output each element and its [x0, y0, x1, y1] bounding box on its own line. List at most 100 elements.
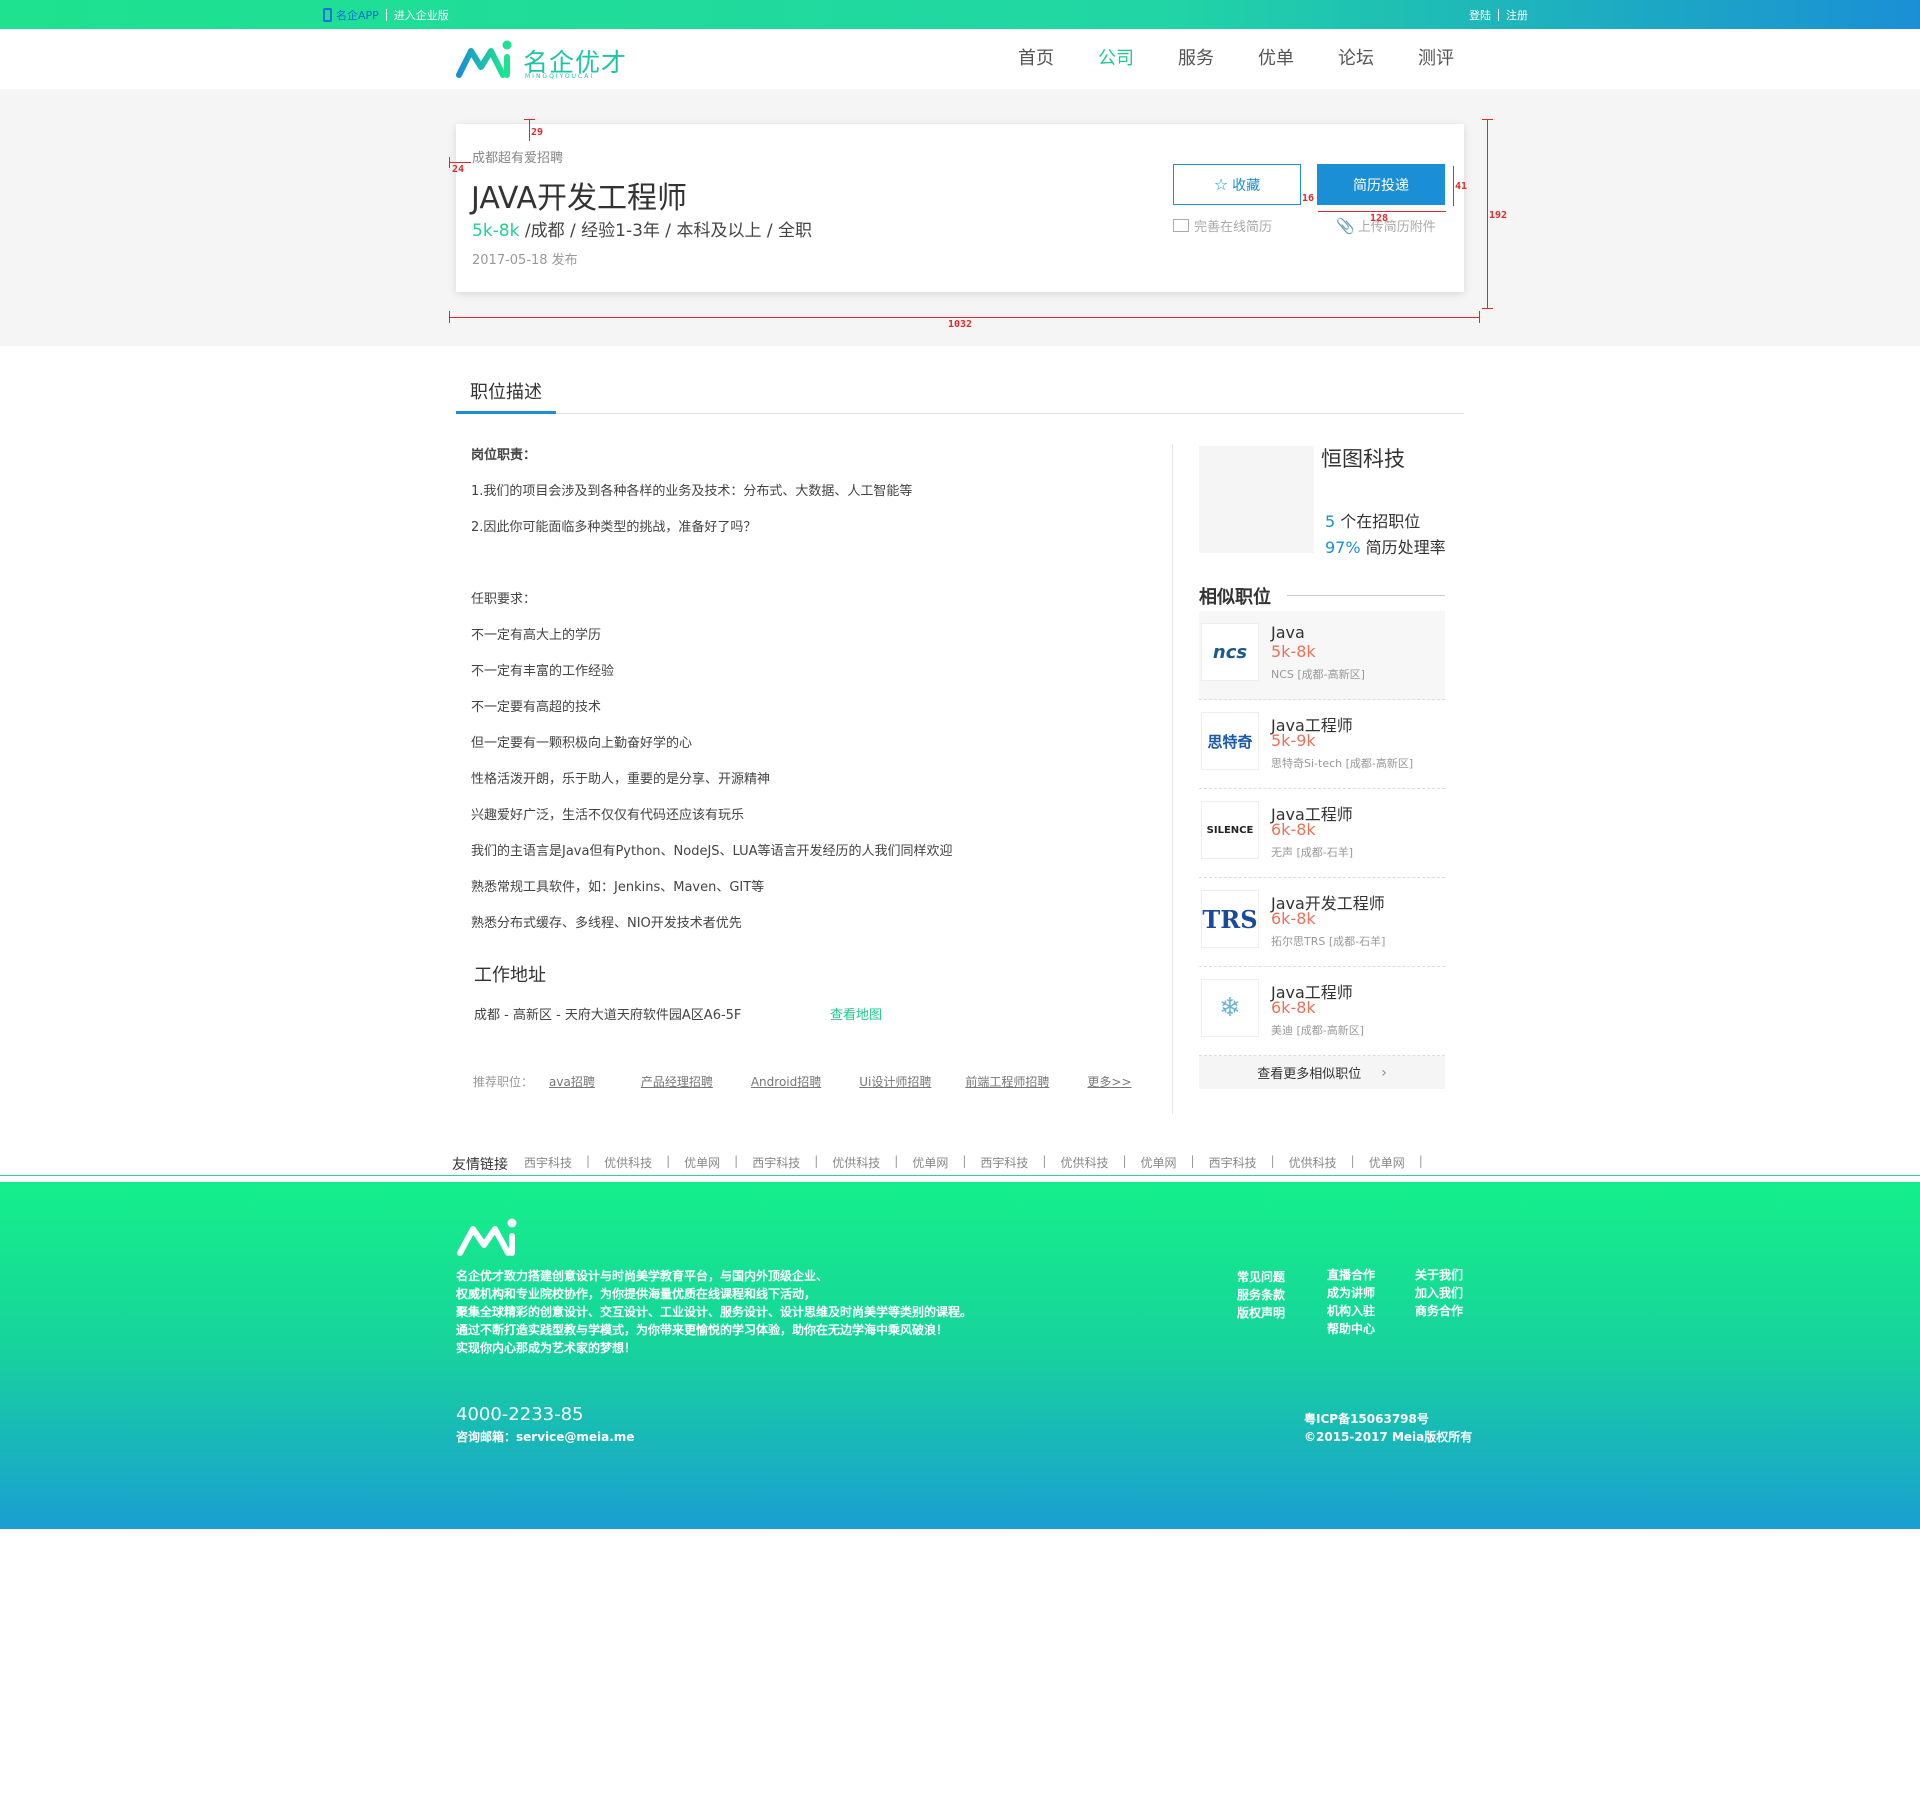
- footer-link[interactable]: 成为讲师: [1327, 1284, 1375, 1302]
- address-text: 成都 - 高新区 - 天府大道天府软件园A区A6-5F: [474, 1008, 742, 1023]
- annotation-1032: 1032: [948, 319, 973, 330]
- column-divider: [1172, 444, 1173, 1114]
- favorite-button[interactable]: ☆ 收藏: [1173, 164, 1301, 205]
- divider: |: [1418, 1154, 1423, 1168]
- footer-column-about: 关于我们 加入我们 商务合作: [1415, 1266, 1463, 1320]
- job-hero: 成都超有爱招聘 JAVA开发工程师 5k-8k /成都 / 经验1-3年 / 本…: [0, 89, 1920, 346]
- star-icon: ☆: [1213, 175, 1229, 194]
- resume-icon: [1173, 219, 1189, 232]
- recommend-item[interactable]: 产品经理招聘: [641, 1073, 713, 1090]
- annotation-16: 16: [1302, 193, 1315, 204]
- friend-link[interactable]: 优单网: [912, 1154, 948, 1174]
- friend-link[interactable]: 优供科技: [604, 1154, 652, 1174]
- recommend-more[interactable]: 更多>>: [1087, 1073, 1131, 1090]
- similar-job-company: 美迪 [成都-高新区]: [1271, 1024, 1365, 1037]
- friend-link[interactable]: 西宇科技: [752, 1154, 800, 1174]
- job-company[interactable]: 成都超有爱招聘: [472, 147, 563, 166]
- footer-description: 名企优才致力搭建创意设计与时尚美学教育平台，与国内外顶级企业、 权威机构和专业院…: [456, 1267, 972, 1357]
- footer-desc-line: 聚集全球精彩的创意设计、交互设计、工业设计、服务设计、设计思维及时尚美学等类别的…: [456, 1305, 973, 1319]
- footer-link[interactable]: 常见问题: [1237, 1268, 1285, 1286]
- chevron-right-icon: ›: [1381, 1064, 1387, 1081]
- nav-home[interactable]: 首页: [1018, 29, 1054, 89]
- job-requirements: /成都 / 经验1-3年 / 本科及以上 / 全职: [524, 221, 812, 241]
- divider: |: [1190, 1154, 1195, 1168]
- header: 名企优才 MINGQIYOUCAI 首页 公司 服务 优单 论坛 测评: [0, 29, 1920, 89]
- footer-link[interactable]: 商务合作: [1415, 1302, 1463, 1320]
- footer-link[interactable]: 关于我们: [1415, 1266, 1463, 1284]
- divider: |: [1350, 1154, 1355, 1168]
- enterprise-link[interactable]: 进入企业版: [394, 7, 449, 23]
- snowflake-icon: ❄: [1219, 993, 1241, 1023]
- company-name[interactable]: 恒图科技: [1321, 443, 1405, 473]
- similar-job-item[interactable]: 思特奇 Java工程师 5k-9k 思特奇Si-tech [成都-高新区]: [1199, 700, 1445, 789]
- company-thumb: TRS: [1201, 890, 1259, 948]
- recommend-item[interactable]: Ui设计师招聘: [859, 1073, 931, 1090]
- footer-link[interactable]: 服务条款: [1237, 1286, 1285, 1304]
- friend-link[interactable]: 优供科技: [832, 1154, 880, 1174]
- footer-link[interactable]: 版权声明: [1237, 1304, 1285, 1322]
- description-line: 不一定有高大上的学历: [471, 628, 602, 643]
- description-line: 但一定要有一颗积极向上勤奋好学的心: [471, 736, 693, 751]
- footer-link[interactable]: 直播合作: [1327, 1266, 1375, 1284]
- recommend-item[interactable]: 前端工程师招聘: [965, 1073, 1049, 1090]
- similar-job-salary: 6k-8k: [1271, 909, 1316, 928]
- similar-job-salary: 5k-9k: [1271, 731, 1316, 750]
- divider: |: [1042, 1154, 1047, 1168]
- footer-email[interactable]: 咨询邮箱：service@meia.me: [456, 1428, 634, 1445]
- footer-link[interactable]: 机构入驻: [1327, 1302, 1375, 1320]
- similar-job-item[interactable]: ❄ Java工程师 6k-8k 美迪 [成都-高新区]: [1199, 967, 1445, 1056]
- job-date: 2017-05-18 发布: [472, 253, 578, 268]
- similar-job-item[interactable]: TRS Java开发工程师 6k-8k 拓尔思TRS [成都-石羊]: [1199, 878, 1445, 967]
- friend-link[interactable]: 西宇科技: [980, 1154, 1028, 1174]
- company-thumb: 思特奇: [1201, 712, 1259, 770]
- copyright-text: ©2015-2017 Meia版权所有: [1304, 1430, 1473, 1444]
- footer-logo[interactable]: [456, 1216, 526, 1262]
- annotation-24: 24: [452, 164, 465, 175]
- friend-link[interactable]: 优供科技: [1060, 1154, 1108, 1174]
- footer-link[interactable]: 帮助中心: [1327, 1320, 1375, 1338]
- register-link[interactable]: 注册: [1506, 7, 1528, 23]
- app-link[interactable]: 名企APP 进入企业版: [323, 7, 449, 23]
- footer-column-cooperation: 直播合作 成为讲师 机构入驻 帮助中心: [1327, 1266, 1375, 1338]
- description-line: 兴趣爱好广泛，生活不仅仅有代码还应该有玩乐: [471, 808, 745, 823]
- silence-logo: SILENCE: [1206, 824, 1254, 836]
- trs-logo: TRS: [1202, 904, 1258, 934]
- login-link[interactable]: 登陆: [1469, 7, 1491, 23]
- site-logo[interactable]: 名企优才 MINGQIYOUCAI: [455, 37, 635, 81]
- divider: [1498, 9, 1499, 21]
- similar-job-item[interactable]: SILENCE Java工程师 6k-8k 无声 [成都-石羊]: [1199, 789, 1445, 878]
- annotation-line: [449, 162, 471, 163]
- company-thumb: ❄: [1201, 979, 1259, 1037]
- friend-link[interactable]: 优单网: [1141, 1154, 1177, 1174]
- description-line: 熟悉常规工具软件，如：Jenkins、Maven、GIT等: [471, 880, 765, 895]
- friend-link[interactable]: 优单网: [1369, 1154, 1405, 1174]
- divider: [385, 9, 387, 21]
- nav-youdan[interactable]: 优单: [1258, 29, 1294, 89]
- similar-job-company: 思特奇Si-tech [成都-高新区]: [1271, 757, 1414, 770]
- tab-description[interactable]: 职位描述: [456, 378, 556, 414]
- icp-number: 粤ICP备15063798号: [1304, 1412, 1429, 1426]
- similar-job-item[interactable]: ncs Java 5k-8k NCS [成都-高新区]: [1199, 611, 1445, 700]
- friend-link[interactable]: 西宇科技: [1209, 1154, 1257, 1174]
- nav-company[interactable]: 公司: [1098, 29, 1134, 89]
- nav-forum[interactable]: 论坛: [1338, 29, 1374, 89]
- friend-links-label: 友情链接: [452, 1157, 508, 1173]
- friend-link[interactable]: 优供科技: [1289, 1154, 1337, 1174]
- description-line: 2.因此你可能面临多种类型的挑战，准备好了吗？: [471, 520, 757, 535]
- main-nav: 首页 公司 服务 优单 论坛 测评: [1018, 29, 1498, 89]
- more-similar-button[interactable]: 查看更多相似职位 ›: [1199, 1056, 1445, 1089]
- nav-service[interactable]: 服务: [1178, 29, 1214, 89]
- recommend-item[interactable]: ava招聘: [549, 1073, 595, 1090]
- logo-icon: [456, 40, 512, 78]
- company-logo[interactable]: [1199, 446, 1314, 553]
- friend-link[interactable]: 西宇科技: [524, 1154, 572, 1174]
- footer-desc-line: 通过不断打造实践型教与学模式，为你带来更愉悦的学习体验，助你在无边学海中乘风破浪…: [456, 1323, 949, 1337]
- similar-title-text: 相似职位: [1199, 587, 1271, 608]
- recommend-item[interactable]: Android招聘: [751, 1073, 821, 1090]
- view-map-link[interactable]: 查看地图: [830, 1004, 882, 1023]
- complete-resume-link[interactable]: 完善在线简历: [1173, 216, 1272, 235]
- friend-link[interactable]: 优单网: [684, 1154, 720, 1174]
- footer-link[interactable]: 加入我们: [1415, 1284, 1463, 1302]
- nav-assessment[interactable]: 测评: [1418, 29, 1454, 89]
- apply-button[interactable]: 简历投递: [1317, 164, 1445, 205]
